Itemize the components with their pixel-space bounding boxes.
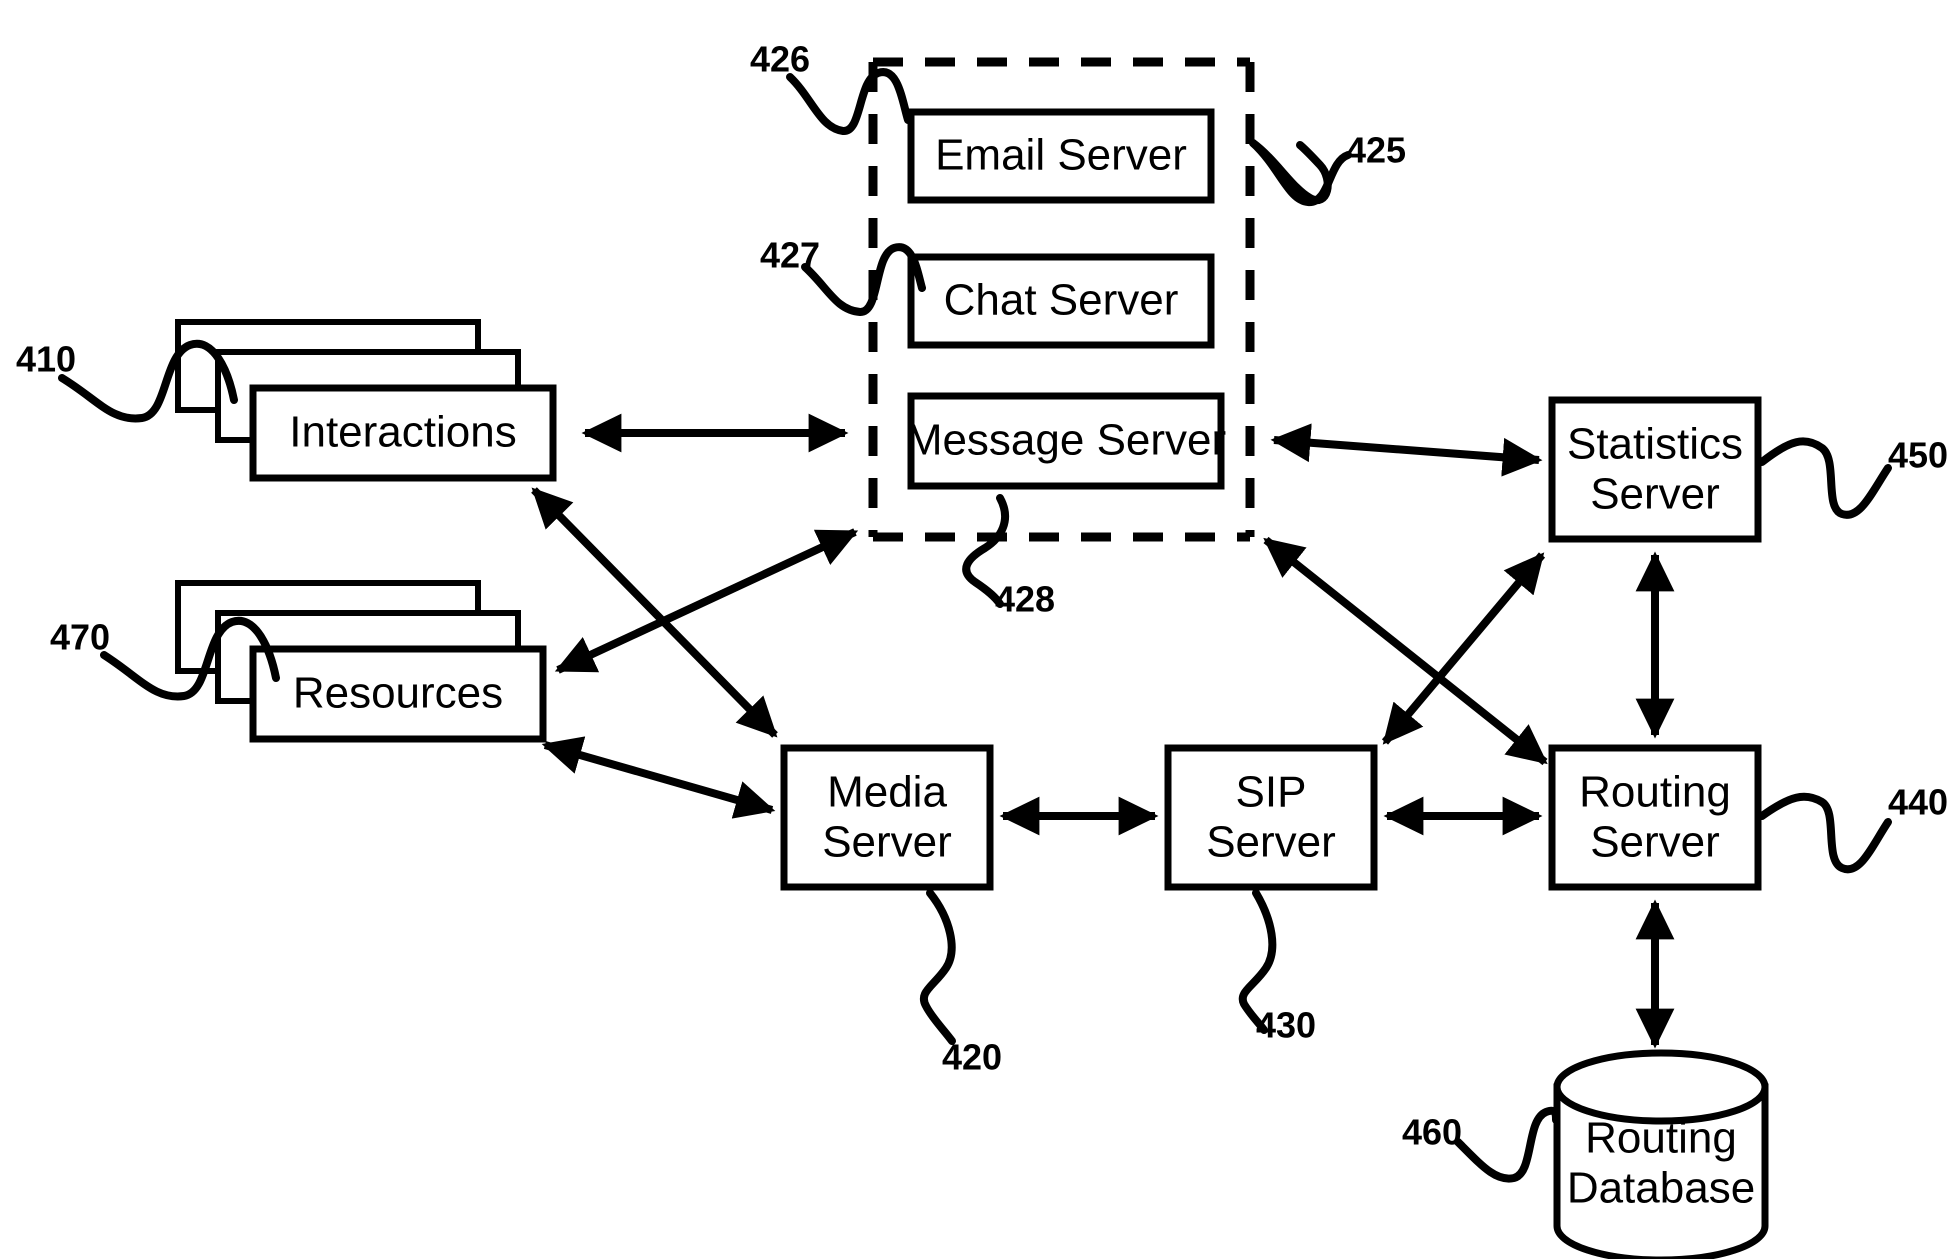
node-routing-server[interactable]: Routing Server (1548, 744, 1762, 891)
conn-resources-servergroup (554, 528, 859, 674)
interactions-label: Interactions (289, 408, 516, 457)
routing-database-label-line2: Database (1567, 1164, 1755, 1213)
ref-num-427: 427 (760, 235, 820, 276)
ref-num-440: 440 (1888, 782, 1948, 823)
ref-num-450: 450 (1888, 435, 1948, 476)
statistics-server-label-line2: Server (1590, 470, 1720, 519)
ref-num-425: 425 (1346, 130, 1406, 171)
node-sip-server[interactable]: SIP Server (1164, 744, 1378, 891)
ref-num-470: 470 (50, 617, 110, 658)
leader-450 (1758, 437, 1892, 519)
statistics-server-label-line1: Statistics (1567, 420, 1743, 469)
conn-servergroup-statisticsserver (1270, 423, 1543, 477)
ref-num-430: 430 (1256, 1005, 1316, 1046)
node-routing-database[interactable]: Routing Database (1553, 1049, 1769, 1259)
ref-num-410: 410 (16, 339, 76, 380)
conn-resources-mediaserver (541, 736, 776, 819)
media-server-label-line1: Media (827, 768, 947, 817)
node-message-server[interactable]: Message Server (906, 392, 1226, 490)
leader-440 (1758, 792, 1892, 874)
leader-427 (801, 243, 926, 316)
resources-label: Resources (293, 669, 503, 718)
message-server-label: Message Server (906, 416, 1226, 465)
chat-server-label: Chat Server (944, 276, 1179, 325)
ref-num-420: 420 (942, 1037, 1002, 1078)
node-chat-server[interactable]: Chat Server (907, 253, 1215, 349)
sip-server-label-line2: Server (1206, 818, 1336, 867)
routing-server-label-line2: Server (1590, 818, 1720, 867)
routing-database-label-line1: Routing (1585, 1114, 1737, 1163)
routing-database-cylinder-top (1553, 1049, 1769, 1125)
conn-interactions-mediaserver (531, 487, 778, 738)
leader-426 (786, 68, 912, 135)
email-server-label: Email Server (935, 131, 1187, 180)
leader-460 (1454, 1106, 1560, 1183)
patent-figure: Email Server Chat Server Message Server … (0, 0, 1951, 1259)
ref-num-426: 426 (750, 39, 810, 80)
node-resources[interactable]: Resources (175, 580, 547, 743)
ref-num-460: 460 (1402, 1112, 1462, 1153)
node-media-server[interactable]: Media Server (780, 744, 994, 891)
media-server-label-line2: Server (822, 818, 952, 867)
sip-server-label-line1: SIP (1236, 768, 1307, 817)
conn-servergroup-routingserver (1263, 536, 1548, 766)
routing-server-label-line1: Routing (1579, 768, 1731, 817)
leader-420 (920, 889, 956, 1045)
diagram-canvas: Email Server Chat Server Message Server … (16, 39, 1948, 1259)
ref-num-428: 428 (995, 579, 1055, 620)
node-email-server[interactable]: Email Server (907, 108, 1215, 204)
node-statistics-server[interactable]: Statistics Server (1548, 396, 1762, 543)
